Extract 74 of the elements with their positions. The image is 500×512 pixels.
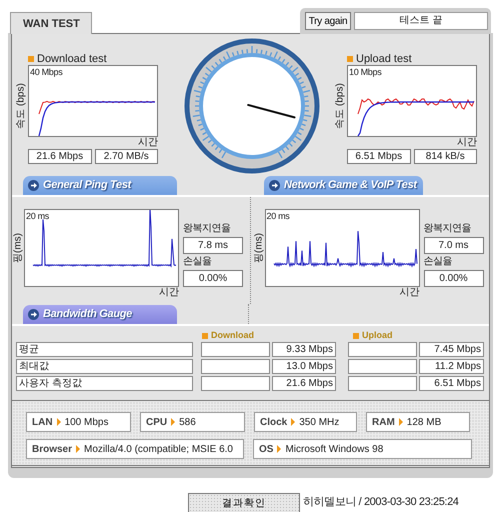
loss-value: 0.00%	[424, 270, 484, 287]
arrow-icon	[56, 418, 61, 426]
info-label: Browser	[32, 442, 72, 456]
chart-title: Upload test	[356, 52, 412, 67]
loss-label: 손실율	[183, 256, 212, 269]
footer-text: 히히델보니 / 2003-03-30 23:25:24	[303, 495, 459, 510]
arrow-icon	[398, 418, 403, 426]
column-header: Download	[211, 329, 254, 342]
reading-value: 2.70 MB/s	[94, 149, 158, 164]
value-cell: 11.2 Mbps	[419, 359, 484, 374]
latency-value: 7.8 ms	[183, 237, 243, 254]
scale-label: 20 ms	[266, 211, 290, 221]
value-cell: 13.0 Mbps	[272, 359, 336, 374]
info-label: CPU	[146, 416, 168, 430]
arrow-circle-icon	[269, 180, 280, 191]
arrow-icon	[171, 418, 176, 426]
value-cell: 7.45 Mbps	[419, 342, 484, 357]
status-field: 테스트 끝	[354, 12, 488, 30]
reading-value: 21.6 Mbps	[28, 149, 92, 164]
reading-value: 6.51 Mbps	[347, 149, 410, 164]
arrow-icon	[277, 445, 282, 453]
info-label: RAM	[372, 416, 395, 430]
bullet-icon	[347, 56, 353, 62]
axis-label: 핑(ms)	[252, 233, 265, 263]
scale-label: 40 Mbps	[30, 67, 62, 77]
tab[interactable]: WAN TEST	[10, 12, 92, 34]
time-axis-label: 시간	[456, 137, 477, 149]
value-cell: 6.51 Mbps	[419, 376, 484, 391]
loss-value: 0.00%	[183, 270, 243, 287]
row-label: 사용자 측정값	[16, 376, 193, 391]
column-header: Upload	[362, 329, 392, 342]
time-axis-label: 시간	[398, 287, 420, 299]
latency-label: 왕복지연율	[183, 223, 232, 236]
bar-track	[201, 342, 270, 357]
bullet-icon	[353, 333, 359, 339]
latency-label: 왕복지연율	[424, 223, 472, 236]
info-value: 128 MB	[406, 416, 442, 430]
axis-label: 핑(ms)	[12, 233, 24, 263]
time-axis-label: 시간	[137, 137, 158, 149]
info-value: 350 MHz	[299, 416, 340, 430]
bullet-icon	[28, 56, 34, 62]
arrow-icon	[291, 418, 296, 426]
info-value: Microsoft Windows 98	[285, 442, 384, 456]
value-cell: 21.6 Mbps	[272, 376, 336, 391]
bar-track	[201, 359, 270, 374]
info-label: LAN	[32, 416, 53, 430]
arrow-icon	[76, 445, 80, 453]
bullet-icon	[202, 333, 208, 339]
result-button[interactable]: 결과확인	[188, 493, 300, 512]
info-value: Mozilla/4.0 (compatible; MSIE 6.0	[84, 442, 233, 456]
gauge-needle	[247, 104, 296, 118]
reading-value: 814 kB/s	[414, 149, 477, 164]
axis-label: 속도 (bps)	[334, 83, 346, 129]
scale-label: 10 Mbps	[349, 67, 382, 77]
time-axis-label: 시간	[158, 287, 179, 299]
arrow-circle-icon	[28, 309, 39, 320]
loss-label: 손실율	[424, 256, 453, 269]
try-again-button[interactable]: Try again	[305, 12, 351, 30]
bar-track	[348, 359, 417, 374]
chart-title: Download test	[37, 52, 107, 67]
latency-value: 7.0 ms	[424, 237, 484, 254]
arrow-circle-icon	[28, 180, 39, 191]
info-label: Clock	[260, 416, 288, 430]
info-value: 100 Mbps	[64, 416, 108, 430]
bar-track	[201, 376, 270, 391]
value-cell: 9.33 Mbps	[272, 342, 336, 357]
bar-track	[348, 376, 417, 391]
bar-track	[348, 342, 417, 357]
row-label: 최대값	[16, 359, 193, 374]
info-label: OS	[259, 442, 274, 456]
scale-label: 20 ms	[26, 211, 50, 221]
info-value: 586	[179, 416, 196, 430]
axis-label: 속도 (bps)	[14, 83, 28, 129]
row-label: 평균	[16, 342, 193, 357]
